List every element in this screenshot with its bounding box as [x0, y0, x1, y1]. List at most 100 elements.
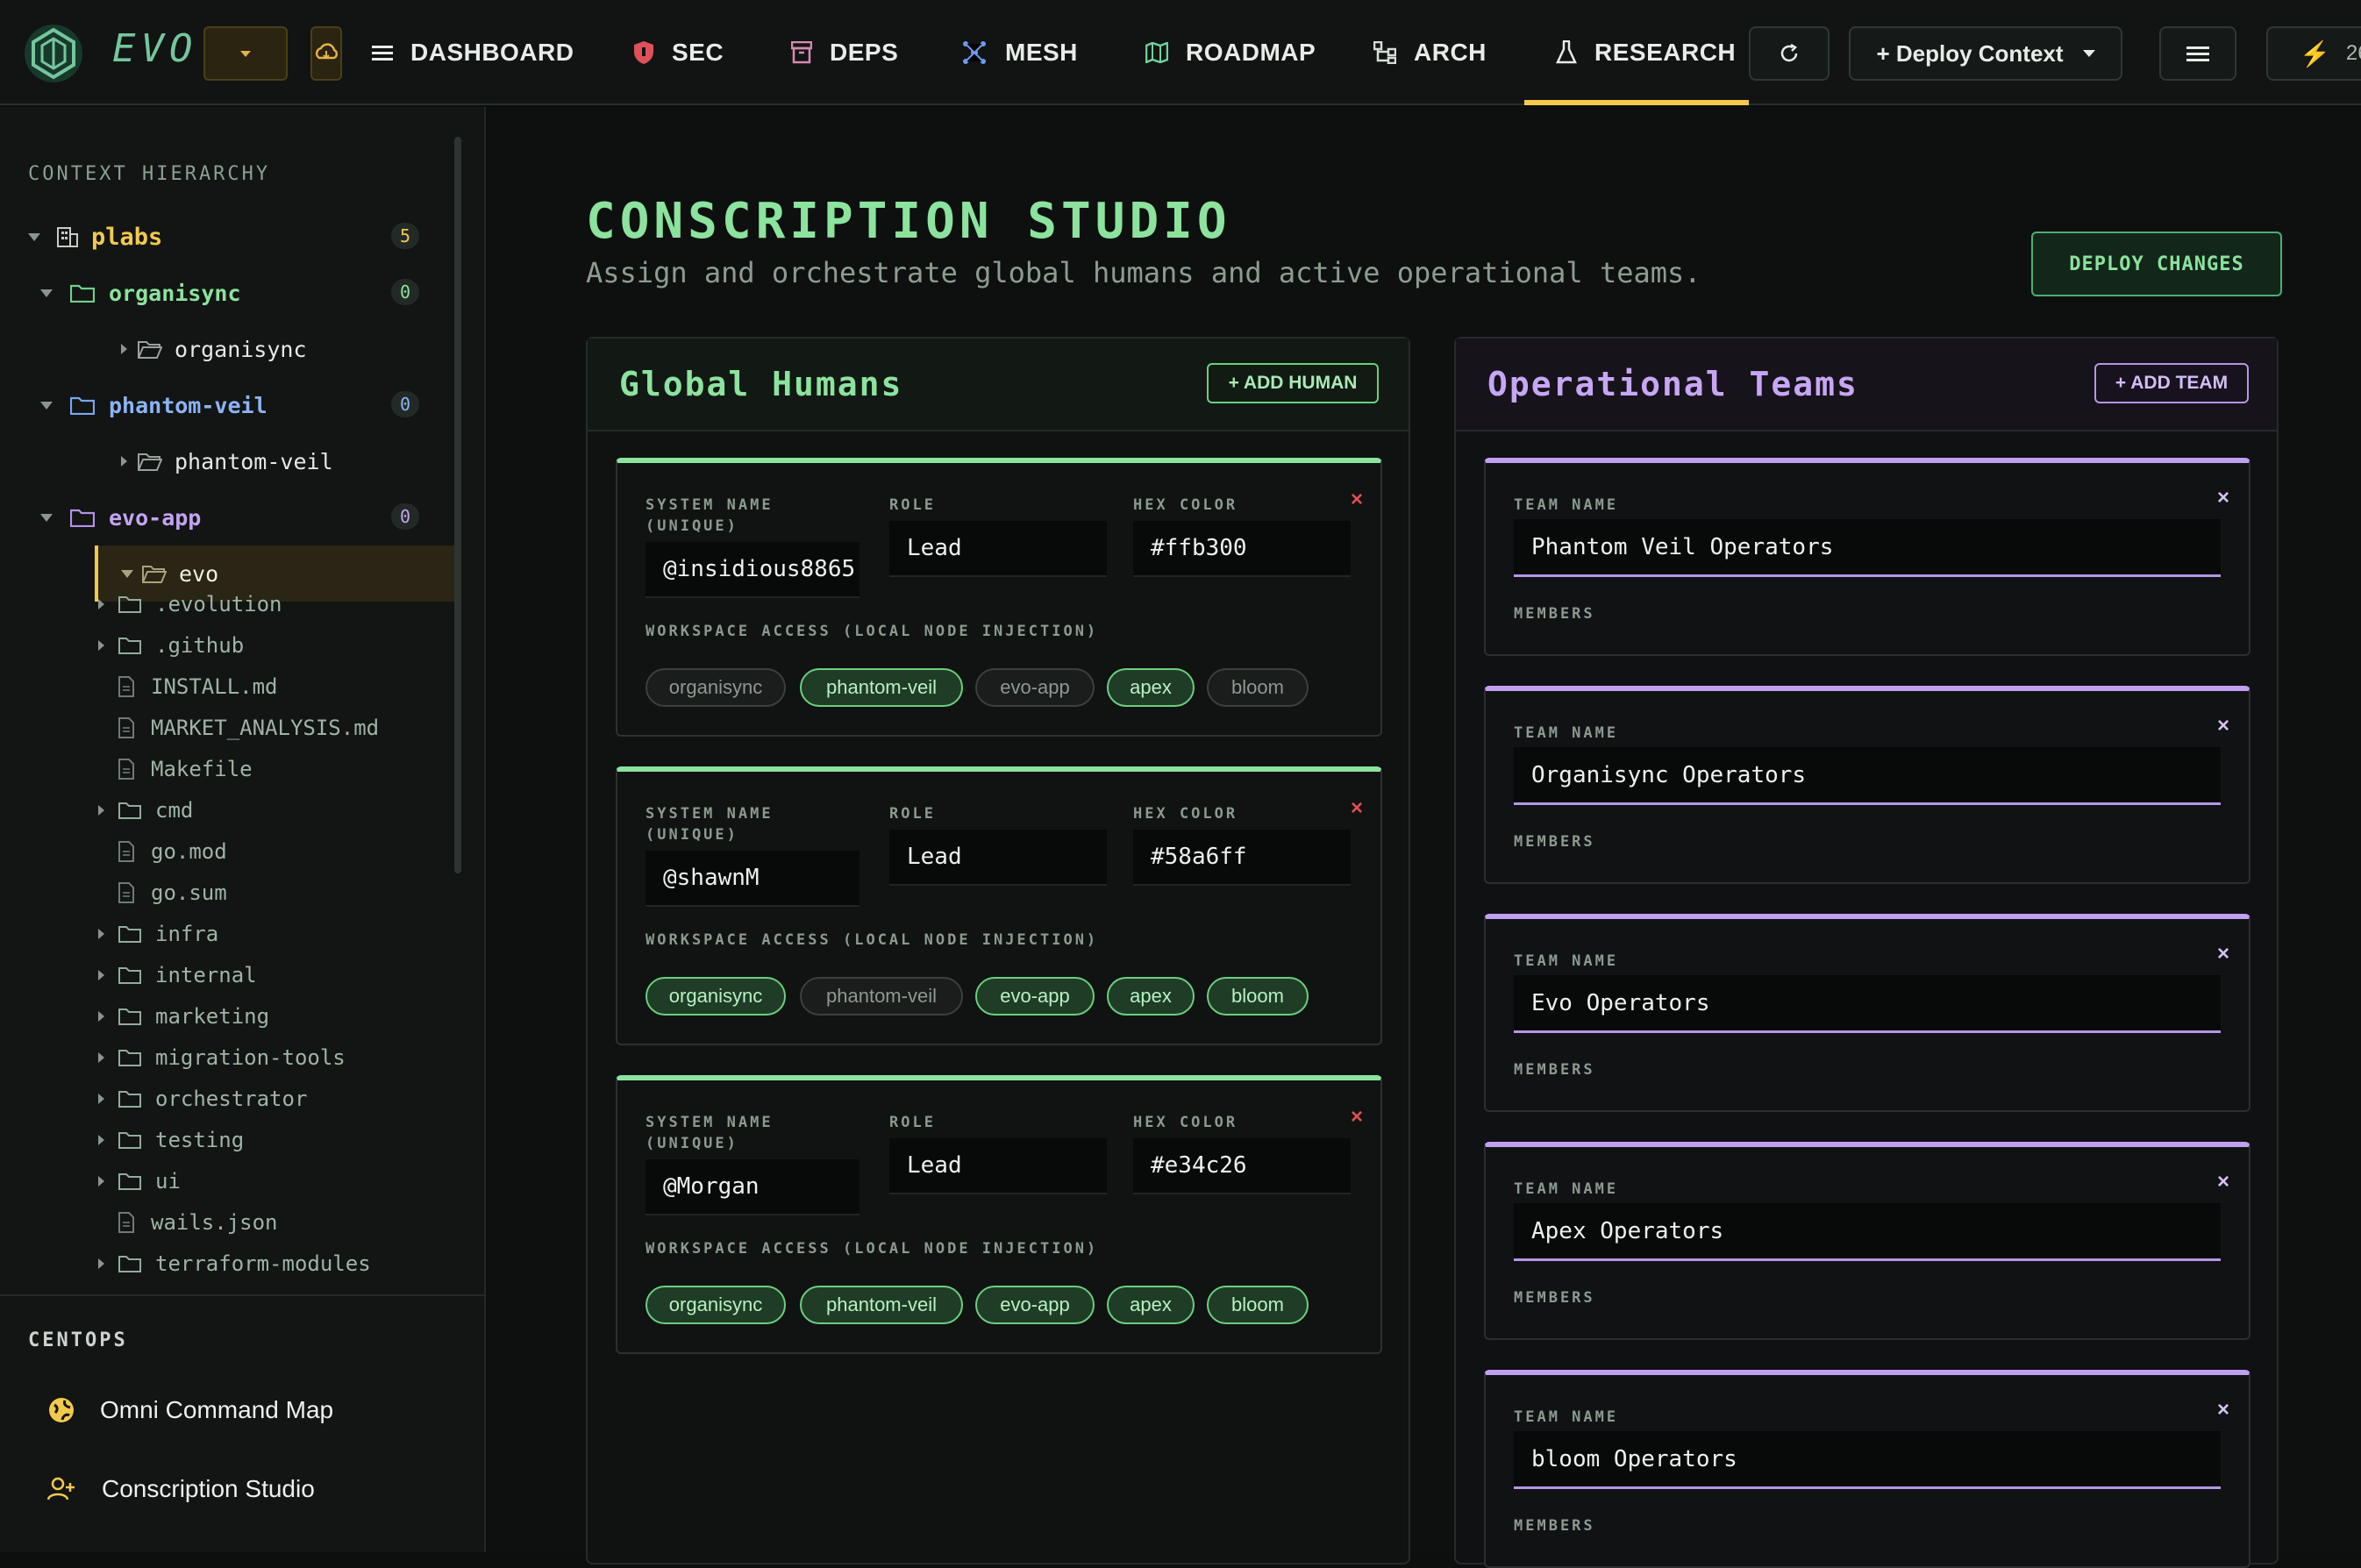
team-card: TEAM NAME × Evo Operators MEMBERS: [1484, 914, 2250, 1112]
tree-folder[interactable]: marketing: [98, 996, 269, 1037]
tree-group-phantom-veil[interactable]: phantom-veil 0: [40, 381, 440, 430]
team-name-input[interactable]: Phantom Veil Operators: [1514, 519, 2221, 577]
system-name-label-sub: (UNIQUE): [646, 1135, 738, 1152]
remove-team-close-icon[interactable]: ×: [2217, 486, 2229, 510]
folder-icon: [118, 1050, 141, 1066]
system-name-label-sub: (UNIQUE): [646, 826, 738, 844]
tree-folder[interactable]: .github: [98, 625, 244, 666]
tree-group-organisync[interactable]: organisync 0: [40, 268, 440, 317]
system-name-input[interactable]: @shawnM: [646, 851, 860, 907]
nav-arch[interactable]: ARCH: [1373, 0, 1487, 105]
tree-file[interactable]: go.mod: [98, 831, 227, 872]
tree-file[interactable]: Makefile: [98, 749, 253, 789]
operational-teams-panel: Operational Teams + ADD TEAM TEAM NAME × P…: [1454, 337, 2279, 1568]
workspace-chip-phantom-veil[interactable]: phantom-veil: [800, 1286, 963, 1324]
workspace-chip-bloom[interactable]: bloom: [1207, 668, 1309, 707]
team-name-input[interactable]: Organisync Operators: [1514, 747, 2221, 805]
deploy-context-button[interactable]: + Deploy Context: [1849, 26, 2122, 81]
remove-human-close-icon[interactable]: ×: [1351, 1105, 1363, 1130]
role-input[interactable]: Lead: [889, 830, 1107, 886]
human-card: SYSTEM NAME (UNIQUE) ROLE HEX COLOR × @shawnM…: [616, 766, 1382, 1045]
nav-roadmap[interactable]: ROADMAP: [1145, 0, 1316, 105]
tree-folder[interactable]: .evolution: [98, 584, 282, 624]
tree-group-label: phantom-veil: [109, 392, 267, 418]
team-name-input[interactable]: bloom Operators: [1514, 1431, 2221, 1489]
remove-team-close-icon[interactable]: ×: [2217, 1170, 2229, 1194]
refresh-button[interactable]: [1749, 26, 1830, 81]
tree-folder[interactable]: internal: [98, 955, 257, 995]
workspace-chip-apex[interactable]: apex: [1107, 1286, 1195, 1324]
tree-folder[interactable]: cmd: [98, 790, 193, 830]
tree-file[interactable]: wails.json: [98, 1202, 278, 1243]
sidebar-scrollbar[interactable]: [454, 137, 461, 873]
workspace-chip-phantom-veil[interactable]: phantom-veil: [800, 668, 963, 707]
nav-deps[interactable]: DEPS: [791, 0, 898, 105]
remove-team-close-icon[interactable]: ×: [2217, 714, 2229, 738]
energy-indicator[interactable]: ⚡ 26: [2266, 26, 2361, 81]
tree-root-plabs[interactable]: plabs 5: [28, 212, 440, 261]
tree-item-label: go.sum: [151, 880, 227, 905]
tree-folder[interactable]: ui: [98, 1161, 181, 1201]
tree-file[interactable]: MARKET_ANALYSIS.md: [98, 708, 379, 748]
add-human-button[interactable]: + ADD HUMAN: [1207, 363, 1379, 403]
tree-item-label: ui: [155, 1169, 181, 1194]
sidebar: CONTEXT HIERARCHY plabs 5 organisync 0 o…: [0, 107, 486, 1552]
chevron-right-icon: [98, 805, 104, 816]
workspace-chip-evo-app[interactable]: evo-app: [975, 977, 1095, 1016]
centops-omni-command-map[interactable]: Omni Command Map: [47, 1384, 333, 1436]
team-card: TEAM NAME × Phantom Veil Operators MEMBERS: [1484, 458, 2250, 656]
tree-file[interactable]: INSTALL.md: [98, 666, 278, 707]
tree-node-phantom-veil[interactable]: phantom-veil: [121, 437, 446, 486]
tree-item-label: INSTALL.md: [151, 674, 278, 699]
workspace-chip-phantom-veil[interactable]: phantom-veil: [800, 977, 963, 1016]
add-team-button[interactable]: + ADD TEAM: [2094, 363, 2249, 403]
tree-file[interactable]: go.sum: [98, 873, 227, 913]
team-name-input[interactable]: Apex Operators: [1514, 1203, 2221, 1261]
hex-color-input[interactable]: #e34c26: [1133, 1138, 1351, 1194]
workspace-chip-organisync[interactable]: organisync: [646, 977, 786, 1016]
tree-folder[interactable]: infra: [98, 914, 218, 954]
workspace-chip-organisync[interactable]: organisync: [646, 1286, 786, 1324]
workspace-chip-apex[interactable]: apex: [1107, 668, 1195, 707]
team-name-input[interactable]: Evo Operators: [1514, 975, 2221, 1033]
system-name-input[interactable]: @insidious8865: [646, 542, 860, 598]
tree-item-label: Makefile: [151, 757, 253, 781]
chevron-right-icon: [98, 970, 104, 980]
centops-conscription-studio[interactable]: Conscription Studio: [47, 1463, 315, 1515]
workspace-chip-evo-app[interactable]: evo-app: [975, 1286, 1095, 1324]
nav-dashboard-label: DASHBOARD: [410, 39, 574, 66]
workspace-chip-organisync[interactable]: organisync: [646, 668, 786, 707]
nav-research[interactable]: RESEARCH: [1524, 0, 1749, 105]
remove-team-close-icon[interactable]: ×: [2217, 1398, 2229, 1422]
hex-color-input[interactable]: #ffb300: [1133, 521, 1351, 577]
hex-color-label: HEX COLOR: [1133, 805, 1238, 823]
tree-item-label: go.mod: [151, 839, 227, 864]
tree-folder[interactable]: terraform-modules: [98, 1244, 371, 1284]
nav-dashboard[interactable]: DASHBOARD: [372, 0, 574, 105]
workspace-chip-bloom[interactable]: bloom: [1207, 1286, 1309, 1324]
workspace-chip-bloom[interactable]: bloom: [1207, 977, 1309, 1016]
tree-folder[interactable]: orchestrator: [98, 1079, 307, 1119]
workspace-chip-evo-app[interactable]: evo-app: [975, 668, 1095, 707]
remove-human-close-icon[interactable]: ×: [1351, 488, 1363, 512]
deploy-changes-button[interactable]: DEPLOY CHANGES: [2031, 232, 2282, 296]
tree-folder[interactable]: migration-tools: [98, 1037, 346, 1078]
role-input[interactable]: Lead: [889, 521, 1107, 577]
remove-human-close-icon[interactable]: ×: [1351, 796, 1363, 821]
folder-open-icon: [142, 566, 167, 583]
nav-sec[interactable]: SEC: [633, 0, 724, 105]
members-label: MEMBERS: [1514, 605, 1595, 623]
workspace-chip-apex[interactable]: apex: [1107, 977, 1195, 1016]
remove-team-close-icon[interactable]: ×: [2217, 942, 2229, 966]
system-name-input[interactable]: @Morgan: [646, 1159, 860, 1215]
hierarchy-icon: [1373, 41, 1396, 64]
menu-button[interactable]: [2159, 26, 2236, 81]
cloud-sync-button[interactable]: [310, 26, 342, 81]
role-input[interactable]: Lead: [889, 1138, 1107, 1194]
context-dropdown[interactable]: [203, 26, 288, 81]
nav-mesh[interactable]: MESH: [961, 0, 1078, 105]
tree-node-organisync[interactable]: organisync: [121, 324, 446, 374]
tree-folder[interactable]: testing: [98, 1120, 244, 1160]
tree-group-evo-app[interactable]: evo-app 0: [40, 493, 440, 542]
hex-color-input[interactable]: #58a6ff: [1133, 830, 1351, 886]
